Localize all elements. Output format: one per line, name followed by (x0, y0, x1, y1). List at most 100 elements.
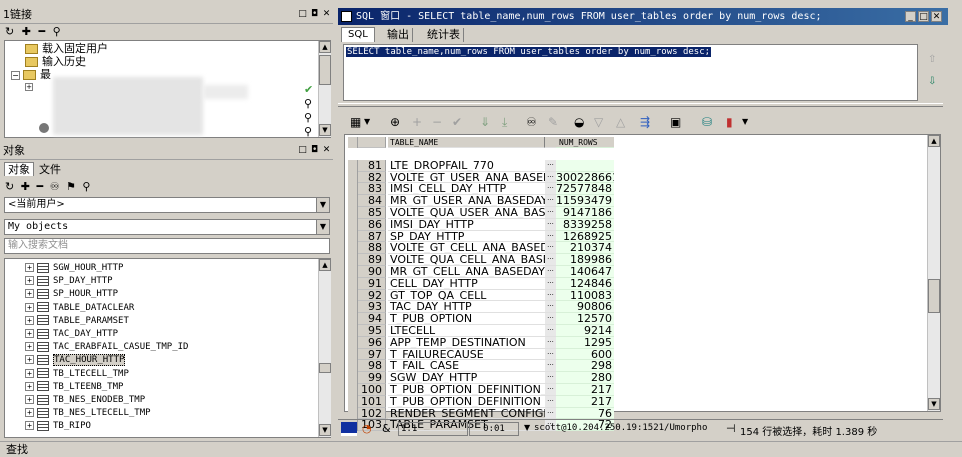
cell-num-rows[interactable]: 8339258 (556, 218, 614, 231)
cell-table-name[interactable]: APP_TEMP_DESTINATION (388, 337, 545, 349)
scroll-up-icon[interactable]: ⇧ (928, 54, 936, 65)
cell-num-rows[interactable]: 298 (556, 360, 614, 373)
cell-editor-button[interactable]: ··· (545, 360, 556, 373)
chevron-down-icon[interactable]: ▼ (364, 114, 370, 130)
cell-table-name[interactable]: CELL_DAY_HTTP (388, 278, 545, 290)
single-record-view-icon[interactable]: ⇶ (640, 114, 650, 130)
table-row[interactable]: 97 T_FAILURECAUSE ··· 600 (348, 348, 618, 361)
table-item[interactable]: + TAC_ERABFAIL_CASUE_TMP_ID (25, 341, 188, 354)
filter-icon[interactable]: ⚑ (66, 180, 76, 193)
connection-string[interactable]: scott@10.204.250.19:1521/Umorpho (534, 423, 707, 433)
table-item[interactable]: + SP_HOUR_HTTP (25, 288, 118, 301)
panel-restore-icon[interactable]: □ (297, 9, 308, 20)
search-input[interactable]: 输入搜索文档 (4, 238, 330, 254)
cell-num-rows[interactable]: 217 (556, 384, 614, 396)
splitter[interactable] (338, 103, 943, 107)
fetch-last-icon[interactable]: ⤓ (502, 114, 507, 130)
column-header-num-rows[interactable]: NUM_ROWS (556, 137, 614, 148)
lock-icon[interactable]: ⊕ (390, 114, 400, 130)
cell-editor-button[interactable]: ··· (545, 301, 556, 314)
cell-editor-button[interactable]: ··· (545, 242, 556, 255)
table-item[interactable]: + TABLE_DATACLEAR (25, 302, 134, 315)
table-item[interactable]: + TB_NES_ENODEB_TMP (25, 394, 145, 407)
link-icon[interactable]: ⚲ (82, 180, 90, 193)
objects-scrollbar[interactable]: ▲ ▼ (318, 259, 331, 437)
table-row[interactable]: 91 CELL_DAY_HTTP ··· 124846 (348, 277, 618, 290)
cell-num-rows[interactable]: 76 (556, 407, 614, 420)
expand-icon[interactable]: + (25, 421, 34, 431)
table-item[interactable]: + TB_LTEENB_TMP (25, 381, 123, 394)
table-row[interactable]: 98 T_FAIL_CASE ··· 298 (348, 360, 618, 373)
cell-table-name[interactable]: MR_GT_USER_ANA_BASEDAY (388, 195, 545, 207)
chevron-down-icon[interactable]: ▼ (524, 423, 530, 432)
cell-table-name[interactable]: SGW_DAY_HTTP (388, 372, 545, 384)
cell-table-name[interactable]: VOLTE_GT_CELL_ANA_BASEDAY (388, 242, 545, 255)
cell-num-rows[interactable]: 9147186 (556, 207, 614, 219)
cell-table-name[interactable]: T_PUB_OPTION_DEFINITION_BAK (388, 384, 545, 396)
cell-editor-button[interactable]: ··· (545, 325, 556, 337)
magnifier-icon[interactable]: ⚲ (304, 97, 312, 110)
cell-table-name[interactable]: GT_TOP_QA_CELL (388, 290, 545, 302)
panel-pin-icon[interactable]: ◘ (309, 9, 320, 20)
table-row[interactable]: 94 T_PUB_OPTION ··· 12570 (348, 313, 618, 325)
expand-icon[interactable]: + (25, 381, 34, 391)
export-icon[interactable]: ⛁ (702, 114, 712, 130)
expand-icon[interactable]: + (25, 289, 34, 299)
cell-num-rows[interactable]: 300228661 (556, 171, 614, 184)
sort-down-icon[interactable]: ▽ (594, 114, 603, 130)
minimize-icon[interactable]: _ (905, 11, 916, 22)
refresh-icon[interactable]: ↻ (5, 25, 14, 38)
cell-editor-button[interactable]: ··· (545, 207, 556, 219)
cell-editor-button[interactable]: ··· (545, 159, 556, 172)
table-row[interactable]: 101 T_PUB_OPTION_DEFINITION ··· 217 (348, 395, 618, 408)
table-row[interactable]: 88 VOLTE_GT_CELL_ANA_BASEDAY ··· 210374 (348, 242, 618, 255)
clear-icon[interactable]: ✎ (548, 114, 558, 130)
table-item[interactable]: + TABLE_PARAMSET (25, 315, 129, 328)
table-item[interactable]: + TAC_DAY_HTTP (25, 328, 118, 341)
table-row[interactable]: 96 APP_TEMP_DESTINATION ··· 1295 (348, 336, 618, 349)
add-icon[interactable]: ✚ (21, 180, 30, 193)
add-row-icon[interactable]: + (412, 114, 422, 130)
cell-num-rows[interactable]: 1295 (556, 336, 614, 349)
sql-query-text[interactable]: SELECT table_name,num_rows FROM user_tab… (346, 47, 712, 57)
scroll-up-icon[interactable]: ▲ (319, 41, 331, 53)
cell-num-rows[interactable]: 12570 (556, 313, 614, 325)
scroll-down-icon[interactable]: ▼ (319, 124, 331, 136)
cell-table-name[interactable]: LTE_DROPFAIL_770 (388, 160, 545, 172)
tab-objects[interactable]: 对象 (4, 162, 34, 176)
tree-item-history[interactable]: 输入历史 (25, 55, 86, 68)
table-row[interactable]: 86 IMSI_DAY_HTTP ··· 8339258 (348, 218, 618, 231)
scroll-thumb[interactable] (319, 363, 331, 373)
scroll-thumb[interactable] (319, 55, 331, 85)
objects-select[interactable]: My objects ▼ (4, 219, 330, 235)
cell-table-name[interactable]: RENDER_SEGMENT_CONFIGLTE (388, 408, 545, 420)
cell-table-name[interactable]: MR_GT_CELL_ANA_BASEDAY (388, 266, 545, 278)
expand-icon[interactable]: + (25, 329, 34, 338)
cell-editor-button[interactable]: ··· (545, 407, 556, 420)
cell-table-name[interactable]: VOLTE_QUA_USER_ANA_BASEDAY (388, 207, 545, 219)
cell-num-rows[interactable]: 90806 (556, 301, 614, 314)
table-row[interactable]: 93 TAC_DAY_HTTP ··· 90806 (348, 301, 618, 314)
cell-table-name[interactable]: IMSI_CELL_DAY_HTTP (388, 183, 545, 196)
remove-icon[interactable]: ━ (36, 180, 43, 193)
cell-editor-button[interactable]: ··· (545, 336, 556, 349)
cell-num-rows[interactable]: 124846 (556, 277, 614, 290)
sql-editor[interactable]: SELECT table_name,num_rows FROM user_tab… (343, 44, 918, 101)
chevron-down-icon[interactable]: ▼ (316, 220, 329, 234)
fetch-next-icon[interactable]: ⇓ (480, 114, 490, 130)
cell-editor-button[interactable]: ··· (545, 384, 556, 396)
cell-num-rows[interactable]: 217 (556, 395, 614, 408)
cell-num-rows[interactable]: 210374 (556, 242, 614, 255)
expand-icon[interactable]: + (25, 302, 34, 312)
table-item[interactable]: + SGW_HOUR_HTTP (25, 262, 123, 275)
link-icon[interactable]: ⚲ (53, 25, 61, 38)
cell-num-rows[interactable]: 600 (556, 348, 614, 361)
table-row[interactable]: 83 IMSI_CELL_DAY_HTTP ··· 72577848 (348, 183, 618, 196)
table-row[interactable]: 82VOLTE_GT_USER_ANA_BASEDAY···300228661 (348, 171, 618, 184)
sort-up-icon[interactable]: △ (616, 114, 625, 130)
sql-window-titlebar[interactable]: SQL 窗口 - SELECT table_name,num_rows FROM… (338, 8, 948, 25)
scroll-down-icon[interactable]: ▼ (319, 424, 331, 436)
chart-icon[interactable]: ▮ (726, 114, 733, 130)
cell-editor-button[interactable]: ··· (545, 266, 556, 278)
tree-item-recent[interactable]: − 最 (11, 68, 51, 81)
